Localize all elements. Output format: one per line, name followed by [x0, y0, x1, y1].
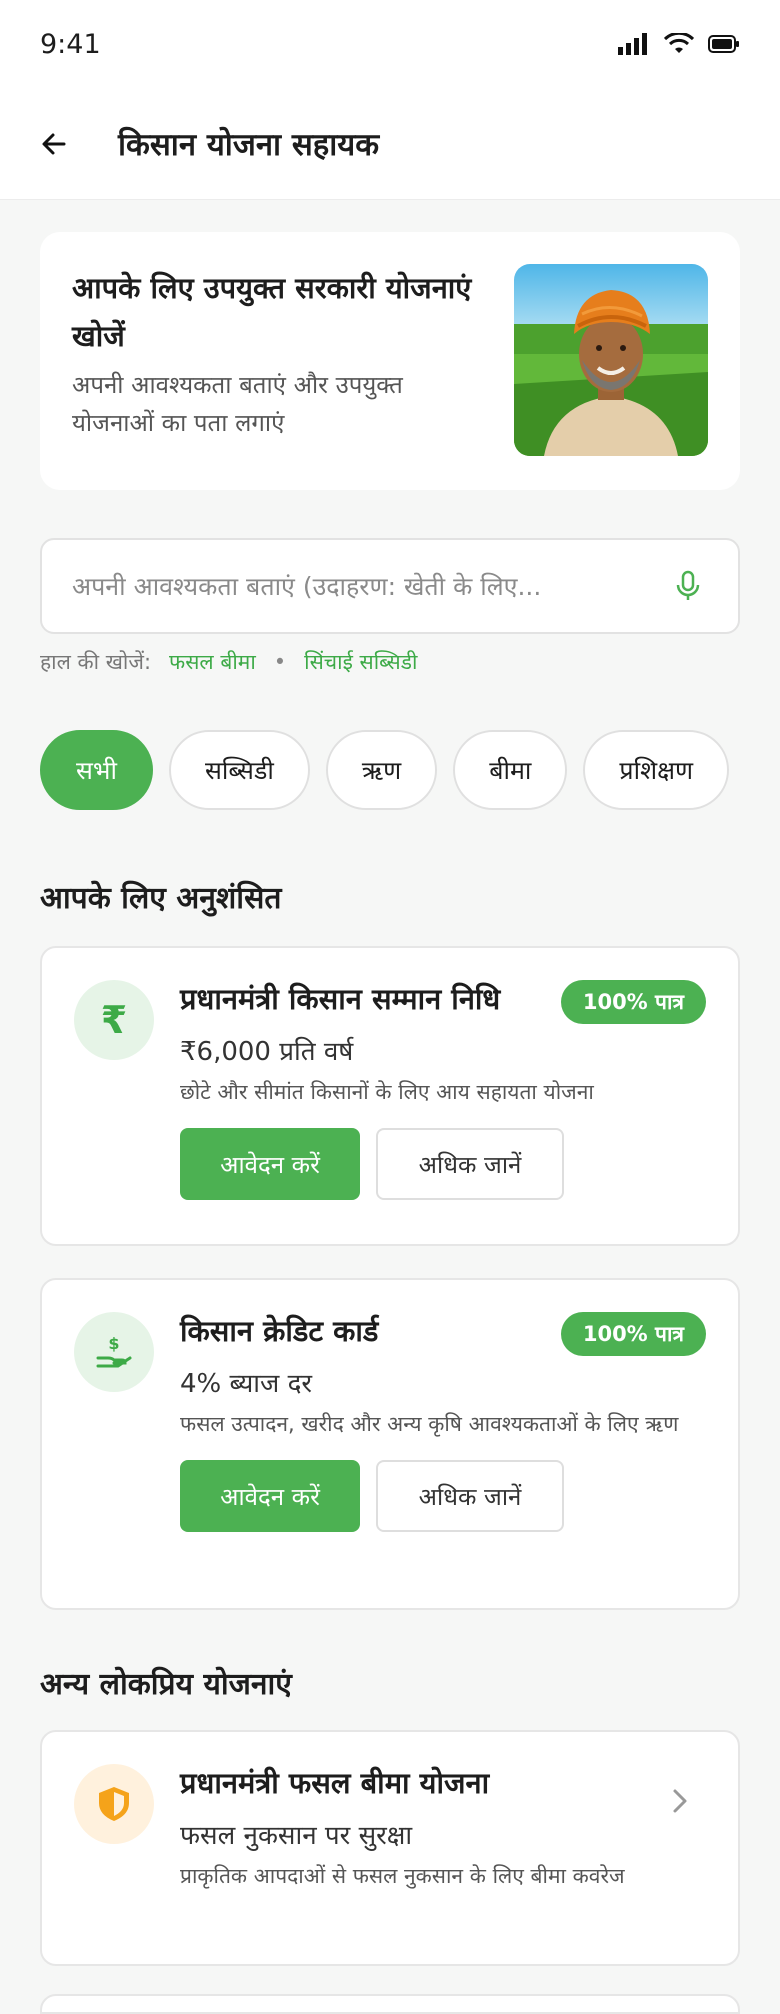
app-header: किसान योजना सहायक [0, 88, 780, 200]
recent-searches: हाल की खोजें: फसल बीमा • सिंचाई सब्सिडी [40, 648, 417, 676]
chip-training[interactable]: प्रशिक्षण [583, 730, 730, 810]
popular-scheme-card[interactable]: प्रधानमंत्री फसल बीमा योजना फसल नुकसान प… [40, 1730, 740, 1966]
chip-insurance[interactable]: बीमा [453, 730, 568, 810]
chip-all[interactable]: सभी [40, 730, 153, 810]
next-card-peek [40, 1994, 740, 2014]
scheme-body: प्रधानमंत्री किसान सम्मान निधि ₹6,000 प्… [180, 978, 706, 1200]
back-button[interactable] [40, 112, 104, 176]
scheme-value: फसल नुकसान पर सुरक्षा [180, 1821, 413, 1851]
chevron-right-icon[interactable] [672, 1788, 688, 1818]
chip-subsidy[interactable]: सब्सिडी [168, 730, 310, 810]
status-bar: 9:41 [0, 0, 780, 88]
status-icons [618, 33, 740, 55]
hero-subtitle: अपनी आवश्यकता बताएं और उपयुक्त योजनाओं क… [72, 371, 403, 437]
search-input[interactable] [72, 571, 668, 601]
learn-more-button[interactable]: अधिक जानें [376, 1460, 564, 1532]
hero-title: आपके लिए उपयुक्त सरकारी योजनाएं खोजें [72, 271, 472, 353]
scheme-name: प्रधानमंत्री फसल बीमा योजना [180, 1766, 490, 1800]
chip-loan[interactable]: ऋण [325, 730, 438, 810]
hero-card: आपके लिए उपयुक्त सरकारी योजनाएं खोजें अप… [40, 232, 740, 490]
shield-icon [74, 1764, 154, 1844]
scheme-body: प्रधानमंत्री फसल बीमा योजना फसल नुकसान प… [180, 1762, 648, 1892]
scheme-card[interactable]: ₹ 100% पात्र प्रधानमंत्री किसान सम्मान न… [40, 946, 740, 1246]
scheme-description: फसल उत्पादन, खरीद और अन्य कृषि आवश्यकताओ… [180, 1412, 679, 1436]
battery-icon [708, 35, 739, 53]
filter-chips: सभी सब्सिडी ऋण बीमा प्रशिक्षण [40, 730, 780, 810]
wifi-icon [664, 33, 694, 53]
status-time: 9:41 [40, 28, 101, 60]
scheme-description: प्राकृतिक आपदाओं से फसल नुकसान के लिए बी… [180, 1864, 625, 1888]
scheme-name: किसान क्रेडिट कार्ड [180, 1314, 379, 1348]
section-title-recommended: आपके लिए अनुशंसित [40, 881, 282, 916]
hero-text: आपके लिए उपयुक्त सरकारी योजनाएं खोजें अप… [72, 264, 472, 458]
search-box [40, 538, 740, 634]
button-row: आवेदन करें अधिक जानें [180, 1460, 706, 1532]
mic-button[interactable] [668, 566, 708, 606]
section-title-popular: अन्य लोकप्रिय योजनाएं [40, 1667, 292, 1702]
arrow-left-icon [42, 133, 66, 154]
separator-dot: • [273, 650, 287, 674]
recent-search-link[interactable]: सिंचाई सब्सिडी [304, 648, 417, 676]
farmer-image [514, 264, 708, 456]
scheme-name: प्रधानमंत्री किसान सम्मान निधि [180, 982, 501, 1016]
button-row: आवेदन करें अधिक जानें [180, 1128, 706, 1200]
recent-label: हाल की खोजें: [40, 650, 152, 674]
page-title: किसान योजना सहायक [118, 126, 380, 163]
recent-search-link[interactable]: फसल बीमा [169, 648, 256, 676]
scheme-value: 4% ब्याज दर [180, 1369, 313, 1399]
microphone-icon [676, 570, 700, 600]
scheme-description: छोटे और सीमांत किसानों के लिए आय सहायता … [180, 1080, 594, 1104]
hand-coin-icon: $ [74, 1312, 154, 1392]
scheme-value: ₹6,000 प्रति वर्ष [180, 1037, 354, 1067]
apply-button[interactable]: आवेदन करें [180, 1460, 360, 1532]
rupee-icon: ₹ [74, 980, 154, 1060]
signal-icon [618, 33, 647, 55]
svg-text:$: $ [108, 1334, 119, 1353]
learn-more-button[interactable]: अधिक जानें [376, 1128, 564, 1200]
scheme-body: किसान क्रेडिट कार्ड 4% ब्याज दर फसल उत्प… [180, 1310, 706, 1532]
apply-button[interactable]: आवेदन करें [180, 1128, 360, 1200]
scheme-card[interactable]: $ 100% पात्र किसान क्रेडिट कार्ड 4% ब्या… [40, 1278, 740, 1610]
